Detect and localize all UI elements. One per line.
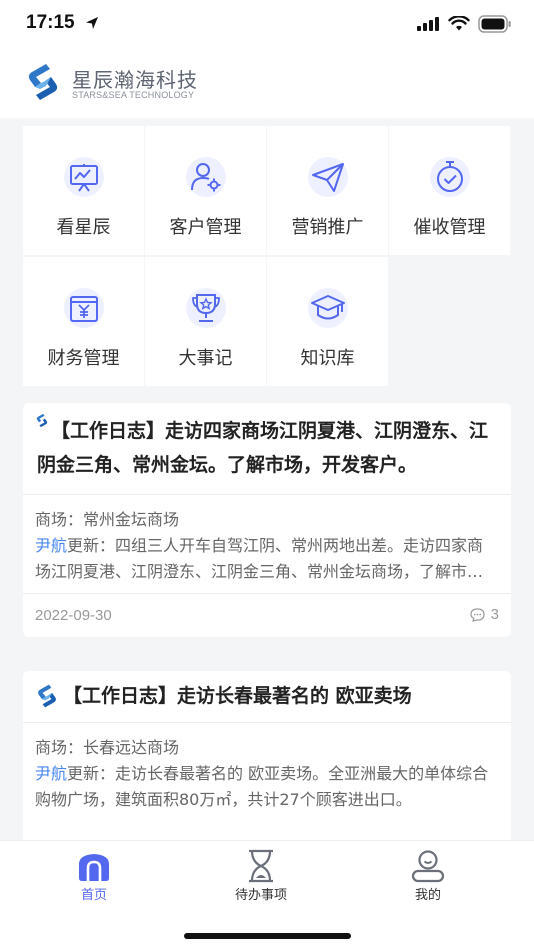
user-gear-icon [186, 157, 226, 197]
yen-document-icon [64, 288, 104, 328]
wifi-icon [448, 16, 470, 31]
post-title: 【工作日志】走访长春最著名的 欧亚卖场 [63, 685, 412, 707]
menu-item-kanxingchen[interactable]: 看星辰 [23, 126, 144, 255]
post-update: 尹航更新：走访长春最著名的 欧亚卖场。全亚洲最大的单体综合购物广场，建筑面积80… [35, 761, 499, 813]
post-update: 尹航更新：四组三人开车自驾江阴、常州两地出差。走访四家商场江阴夏港、江阴澄东、江… [35, 533, 499, 585]
tab-label: 待办事项 [234, 888, 287, 903]
post-title-area: 【工作日志】走访四家商场江阴夏港、江阴澄东、江阴金三角、常州金坛。了解市场，开发… [23, 403, 511, 494]
post-footer: 2022-09-30 3 [23, 594, 511, 637]
post-date: 2022-09-30 [35, 607, 112, 624]
post-card[interactable]: 【工作日志】走访四家商场江阴夏港、江阴澄东、江阴金三角、常州金坛。了解市场，开发… [23, 403, 511, 637]
tab-label: 我的 [414, 888, 441, 903]
comment-count[interactable]: 3 [470, 606, 499, 623]
tab-profile[interactable]: 我的 [339, 841, 517, 911]
post-title: 【工作日志】走访四家商场江阴夏港、江阴澄东、江阴金三角、常州金坛。了解市场，开发… [37, 420, 489, 476]
update-prefix: 更新： [67, 536, 116, 555]
company-logo-icon [36, 413, 48, 428]
post-body: 商场：长春远达商场 尹航更新：走访长春最著名的 欧亚卖场。全亚洲最大的单体综合购… [23, 723, 511, 821]
comment-icon [470, 607, 485, 622]
post-mall-line: 商场：常州金坛商场 [35, 510, 180, 529]
presentation-chart-icon [64, 157, 104, 197]
location-arrow-icon [86, 17, 98, 29]
menu-item-knowledge-base[interactable]: 知识库 [267, 257, 388, 386]
paper-plane-icon [308, 157, 348, 197]
post-title-area: 【工作日志】走访长春最著名的 欧亚卖场 [23, 671, 511, 722]
graduation-cap-icon [308, 288, 348, 328]
menu-item-label: 大事记 [178, 348, 233, 369]
menu-item-label: 营销推广 [291, 217, 364, 238]
company-logo-icon [28, 64, 58, 100]
author-link[interactable]: 尹航 [35, 764, 67, 783]
company-english-name: STARS&SEA TECHNOLOGY [72, 90, 195, 100]
status-time: 17:15 [26, 12, 75, 33]
menu-item-finance[interactable]: 财务管理 [23, 257, 144, 386]
menu-item-label: 催收管理 [413, 217, 486, 238]
stopwatch-check-icon [430, 157, 470, 197]
status-indicators [416, 14, 512, 34]
tab-todo[interactable]: 待办事项 [172, 841, 350, 911]
menu-item-marketing[interactable]: 营销推广 [267, 126, 388, 255]
profile-icon [411, 850, 445, 883]
tab-label: 首页 [80, 888, 107, 903]
menu-item-label: 财务管理 [47, 348, 120, 369]
hourglass-icon [249, 849, 273, 883]
tab-home[interactable]: 首页 [5, 841, 183, 911]
menu-item-label: 看星辰 [56, 217, 111, 238]
update-prefix: 更新： [67, 764, 116, 783]
menu-item-label: 客户管理 [169, 217, 242, 238]
trophy-icon [186, 288, 226, 328]
status-bar: 17:15 [0, 0, 534, 46]
menu-item-milestones[interactable]: 大事记 [145, 257, 266, 386]
app-header: 星辰瀚海科技 STARS&SEA TECHNOLOGY [0, 46, 534, 118]
company-logo-icon [38, 684, 56, 708]
home-icon [79, 854, 109, 881]
home-indicator [184, 933, 351, 939]
company-name: 星辰瀚海科技 [72, 68, 198, 92]
post-mall-line: 商场：长春远达商场 [35, 738, 180, 757]
function-grid: 看星辰 客户管理 营销推广 催收管理 财务管理 大事记 知识库 [23, 126, 511, 386]
cellular-signal-icon [417, 17, 439, 31]
battery-icon [478, 15, 511, 33]
author-link[interactable]: 尹航 [35, 536, 67, 555]
post-body: 商场：常州金坛商场 尹航更新：四组三人开车自驾江阴、常州两地出差。走访四家商场江… [23, 495, 511, 593]
menu-item-label: 知识库 [300, 348, 355, 369]
menu-item-customer-management[interactable]: 客户管理 [145, 126, 266, 255]
menu-item-collection[interactable]: 催收管理 [389, 126, 510, 255]
post-card[interactable]: 【工作日志】走访长春最著名的 欧亚卖场 商场：长春远达商场 尹航更新：走访长春最… [23, 671, 511, 846]
comment-count-value: 3 [490, 606, 499, 623]
